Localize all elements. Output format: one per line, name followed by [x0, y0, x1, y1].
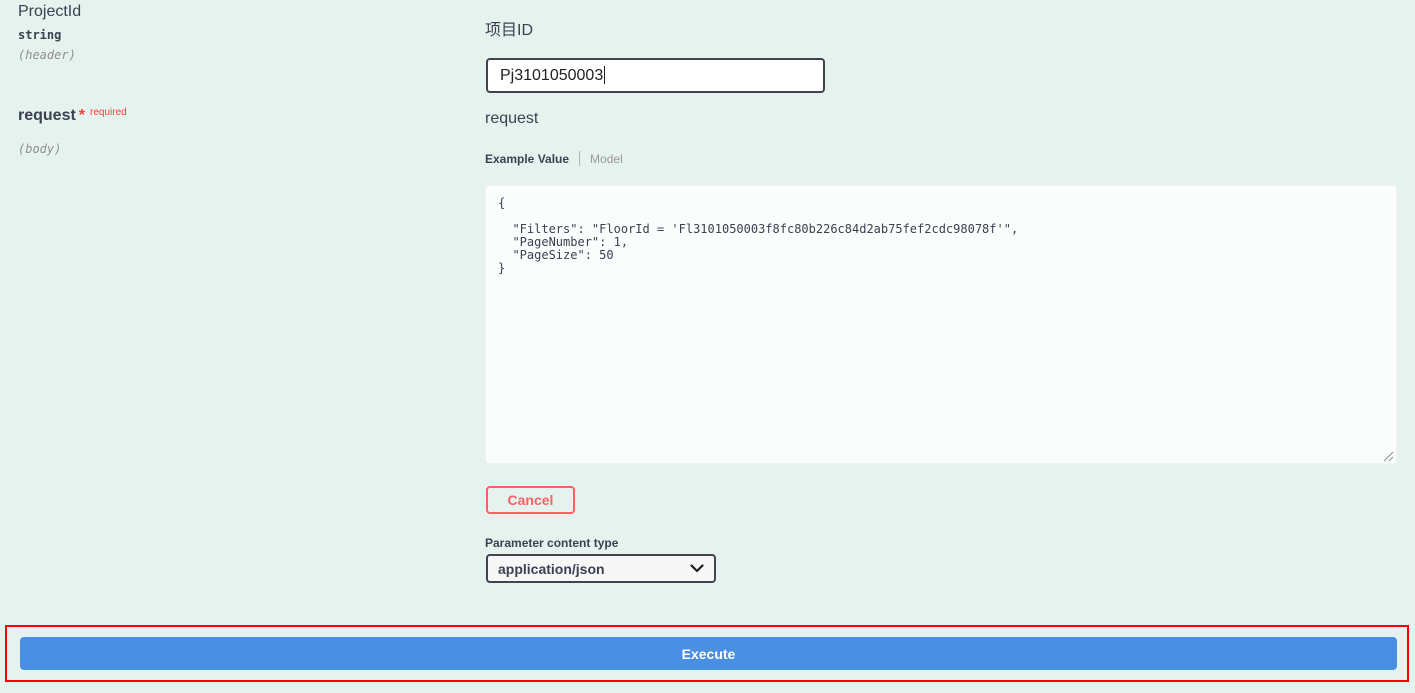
required-asterisk: *: [79, 107, 85, 124]
param-name-request: request: [18, 107, 76, 124]
parameter-content-type-label: Parameter content type: [485, 536, 618, 550]
request-body-editor[interactable]: { "Filters": "FloorId = 'Fl3101050003f8f…: [485, 185, 1397, 464]
param-type-projectid: string: [18, 28, 61, 42]
example-model-tabs: Example Value Model: [485, 151, 623, 166]
tab-example-value[interactable]: Example Value: [485, 152, 569, 166]
projectid-description-label: 项目ID: [485, 16, 533, 40]
execute-button[interactable]: Execute: [20, 637, 1397, 670]
tab-divider: [579, 151, 580, 166]
content-type-select[interactable]: application/json: [486, 554, 716, 583]
request-description-label: request: [485, 110, 538, 128]
resize-handle-icon[interactable]: [1382, 449, 1394, 461]
projectid-input-value: Pj3101050003: [500, 67, 603, 84]
swagger-parameters-panel: ProjectId string (header) request*requir…: [0, 0, 1415, 693]
param-location-projectid: (header): [18, 48, 76, 62]
chevron-down-icon: [690, 564, 704, 573]
param-location-request: (body): [18, 142, 61, 156]
param-name-projectid: ProjectId: [18, 3, 81, 21]
required-badge: required: [90, 107, 127, 118]
content-type-selected-value: application/json: [498, 561, 605, 577]
param-name-request-row: request* required: [18, 107, 127, 125]
cancel-button[interactable]: Cancel: [486, 486, 575, 514]
text-cursor: [604, 66, 605, 84]
tab-model[interactable]: Model: [590, 152, 623, 166]
projectid-input[interactable]: Pj3101050003: [486, 58, 825, 93]
